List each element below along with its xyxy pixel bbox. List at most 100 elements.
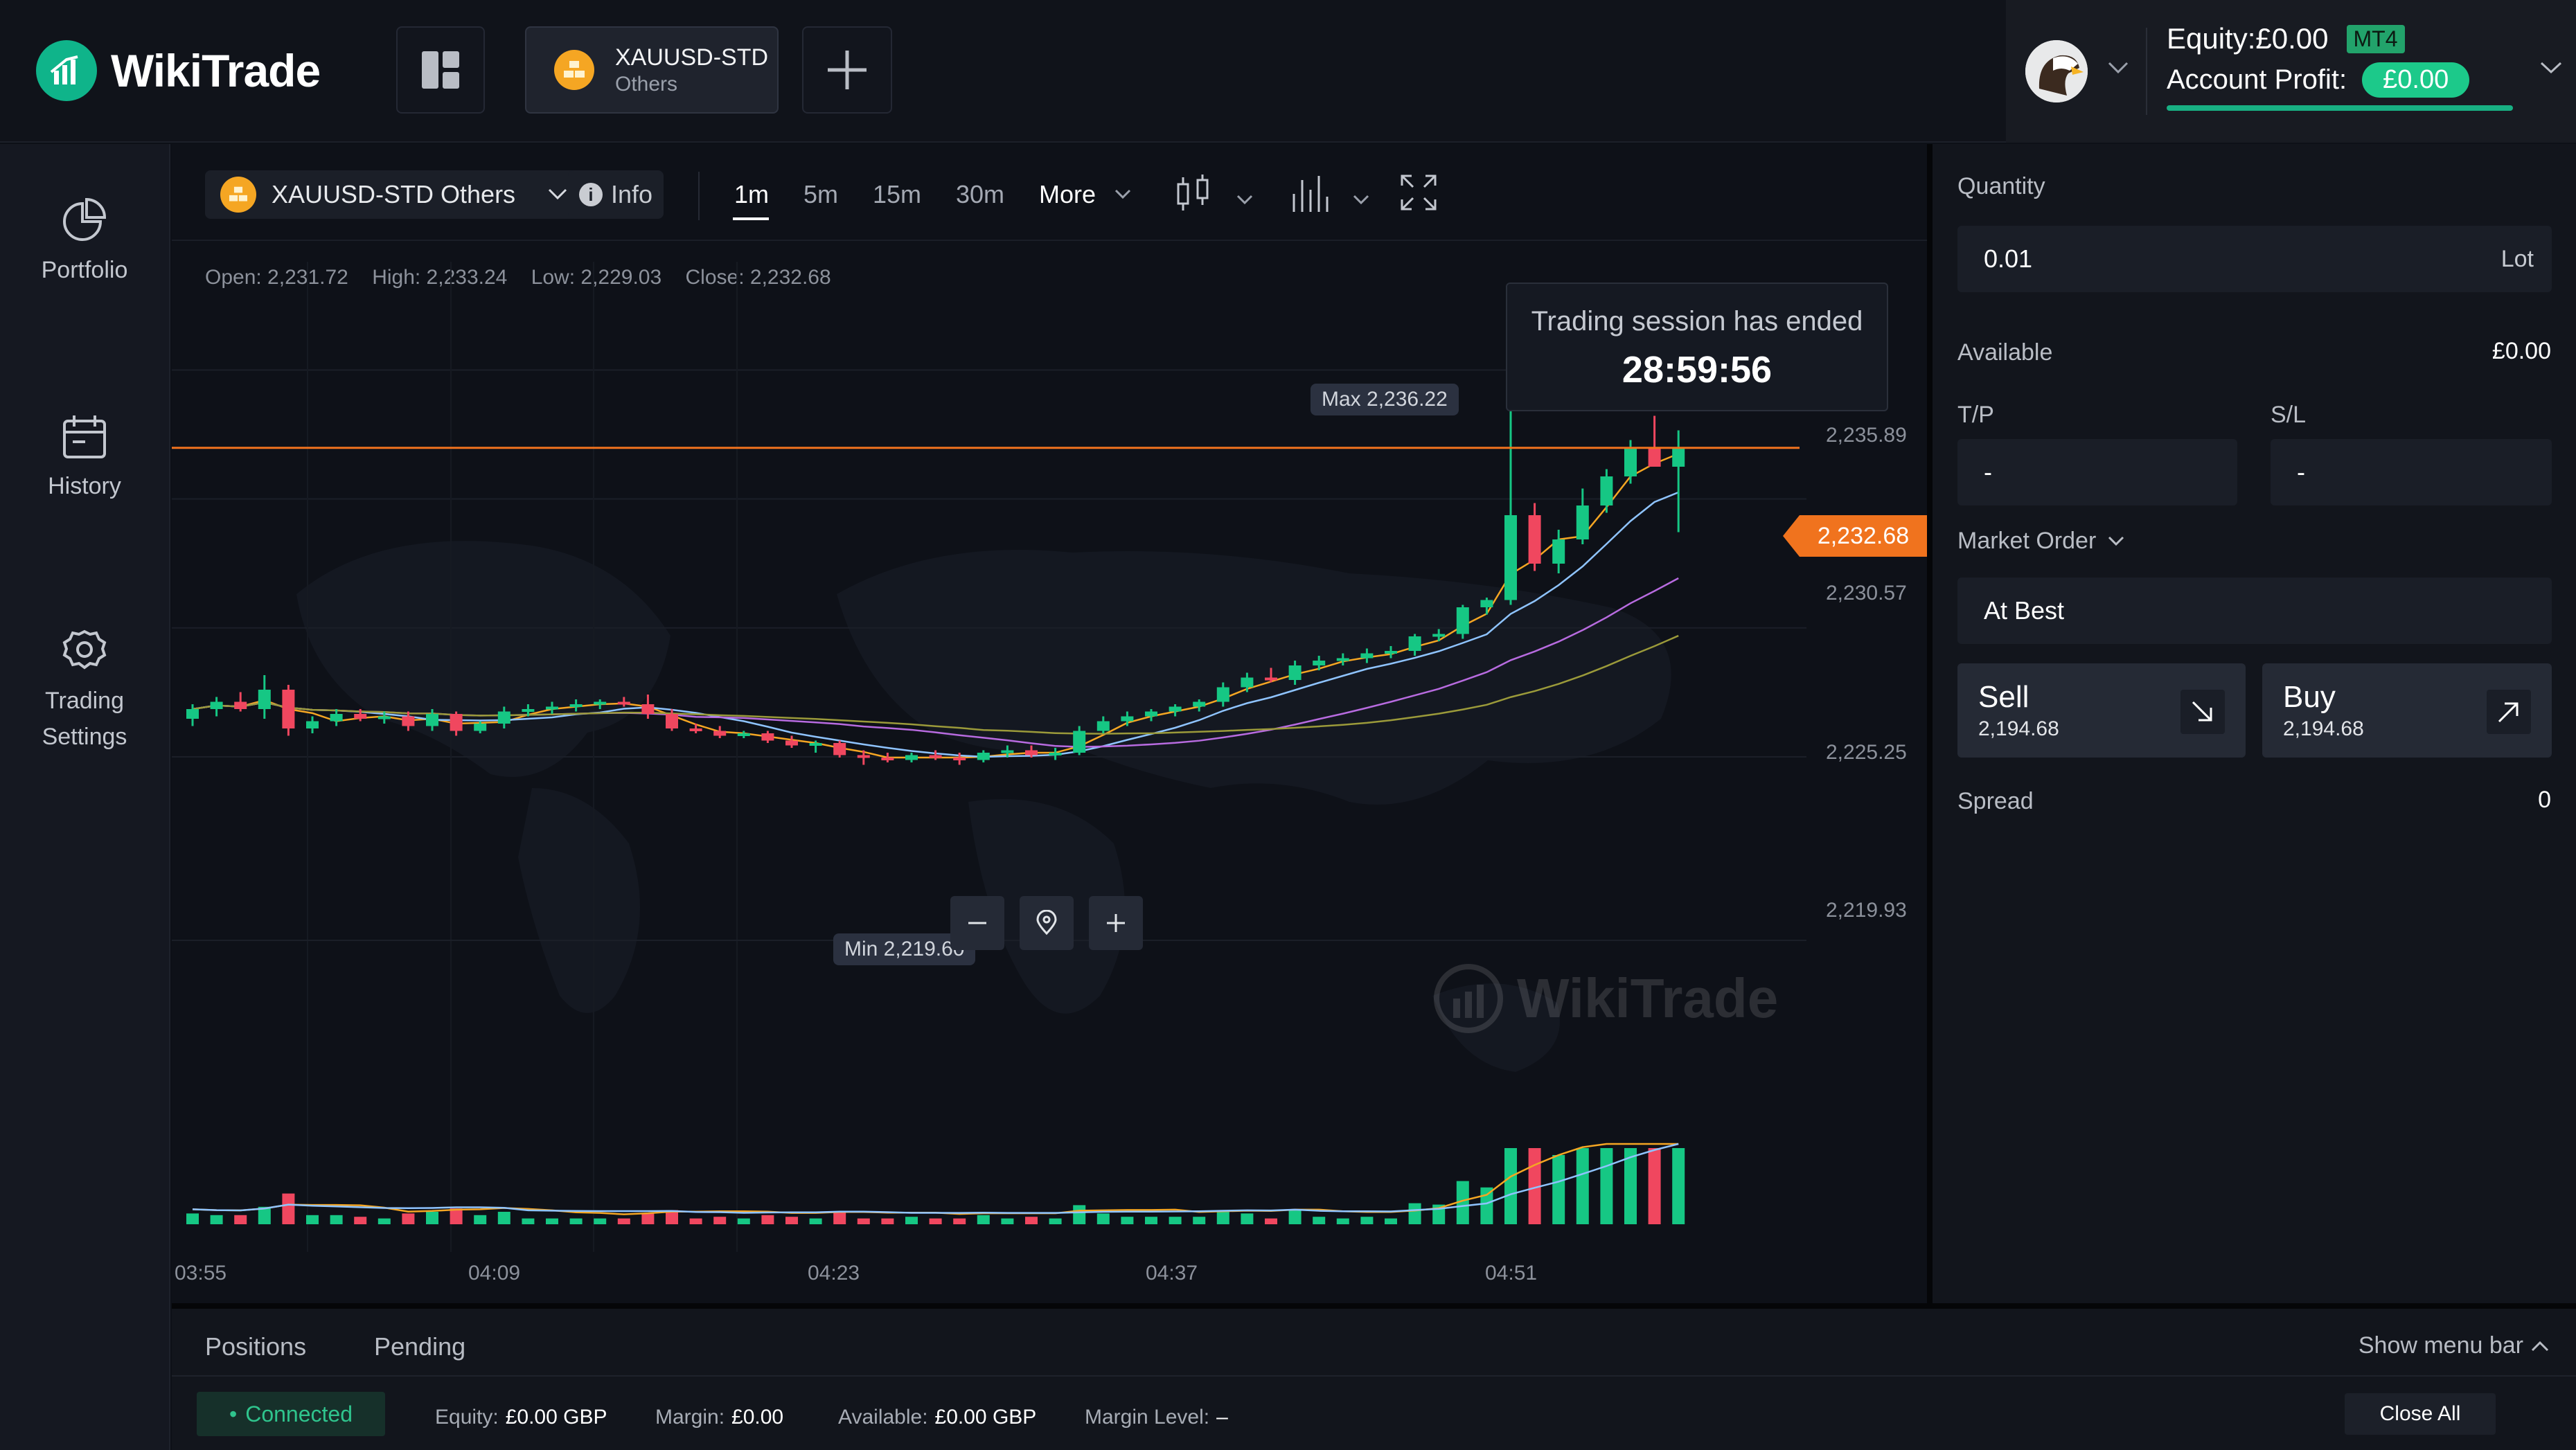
- timeframe-30m[interactable]: 30m: [956, 180, 1004, 209]
- toolbar-divider: [698, 172, 700, 220]
- layout-toggle-button[interactable]: [396, 26, 485, 114]
- volume-bar: [354, 1217, 367, 1224]
- nav-trading-settings[interactable]: Trading Settings: [0, 627, 169, 755]
- app-root: WikiTrade XAUUSD-STD Others Equity:£0.00…: [0, 0, 2576, 1450]
- order-type-label: Market Order: [1957, 528, 2097, 554]
- timeframe-1m[interactable]: 1m: [734, 180, 769, 209]
- available-stat-label: Available:: [838, 1406, 928, 1429]
- volume-bar: [905, 1217, 918, 1224]
- symbol-selector[interactable]: XAUUSD-STD Others: [205, 170, 583, 219]
- reset-position-button[interactable]: [1020, 896, 1074, 950]
- volume-bar: [689, 1218, 702, 1224]
- brand-name: WikiTrade: [111, 45, 321, 96]
- plus-icon: [828, 51, 867, 89]
- volume-bar: [1025, 1217, 1038, 1224]
- timeframe-5m[interactable]: 5m: [803, 180, 838, 209]
- more-chevron-down-icon[interactable]: [1114, 188, 1132, 201]
- order-type-selector[interactable]: Market Order: [1957, 528, 2125, 555]
- price-mode-field[interactable]: At Best: [1957, 578, 2552, 644]
- equity-text: Equity:£0.00: [2167, 22, 2329, 55]
- fullscreen-icon[interactable]: [1399, 173, 1438, 212]
- volume-bar: [617, 1218, 630, 1224]
- available-stat-value: £0.00 GBP: [934, 1406, 1037, 1429]
- candle-up: [546, 706, 558, 710]
- info-button[interactable]: i Info: [568, 170, 664, 219]
- volume-bar: [929, 1218, 942, 1224]
- take-profit-input[interactable]: -: [1957, 439, 2237, 505]
- zoom-out-button[interactable]: [950, 896, 1004, 950]
- user-avatar[interactable]: [2025, 40, 2088, 102]
- candle-up: [1504, 515, 1517, 600]
- symbol-tab-xauusd[interactable]: XAUUSD-STD Others: [525, 26, 779, 114]
- gear-icon: [62, 629, 107, 670]
- panel-divider[interactable]: [1927, 144, 1933, 1303]
- volume-bar: [1096, 1213, 1110, 1224]
- volume-bar: [594, 1218, 607, 1224]
- volume-bar: [977, 1215, 990, 1224]
- tab-positions[interactable]: Positions: [205, 1332, 306, 1361]
- show-menu-bar-button[interactable]: Show menu bar: [2359, 1332, 2550, 1359]
- candle-up: [497, 711, 510, 724]
- volume-bar: [450, 1208, 463, 1224]
- volume-bar: [857, 1218, 870, 1224]
- chart-type-chevron-icon[interactable]: [1236, 194, 1254, 206]
- add-symbol-button[interactable]: [802, 26, 892, 114]
- quantity-unit: Lot: [2501, 245, 2534, 272]
- candle-up: [330, 714, 343, 722]
- tab-pending[interactable]: Pending: [374, 1332, 465, 1361]
- layout-grid-icon: [422, 51, 459, 89]
- close-all-button[interactable]: Close All: [2345, 1393, 2496, 1435]
- session-ended-notice: Trading session has ended 28:59:56: [1506, 283, 1888, 411]
- candle-down: [713, 731, 727, 736]
- candle-down: [953, 758, 966, 760]
- candle-up: [1001, 750, 1014, 753]
- chart-watermark: WikiTrade: [1434, 964, 1778, 1033]
- stop-loss-input[interactable]: -: [2271, 439, 2552, 505]
- volume-bar: [186, 1213, 199, 1224]
- candle-down: [833, 743, 846, 755]
- avatar-chevron-down-icon[interactable]: [2107, 61, 2129, 75]
- nav-history[interactable]: History: [0, 413, 169, 504]
- wikitrade-logo-icon: [36, 40, 97, 101]
- nav-history-label: History: [48, 473, 121, 499]
- x-axis-tick: 04:37: [1146, 1262, 1198, 1285]
- available-label: Available: [1957, 339, 2053, 366]
- volume-bar: [377, 1218, 391, 1224]
- candle-down: [857, 755, 870, 758]
- volume-bar: [1121, 1217, 1134, 1224]
- brand-logo[interactable]: WikiTrade: [36, 40, 321, 101]
- volume-bar: [1480, 1187, 1493, 1224]
- candlestick-type-icon[interactable]: [1175, 173, 1214, 215]
- candle-up: [569, 704, 583, 707]
- candle-up: [977, 753, 990, 760]
- volume-bar: [1385, 1218, 1397, 1224]
- candle-up: [1288, 665, 1302, 680]
- volume-bar: [1360, 1217, 1374, 1224]
- quantity-value: 0.01: [1984, 244, 2033, 273]
- spread-value: 0: [2538, 787, 2551, 813]
- nav-portfolio[interactable]: Portfolio: [0, 197, 169, 288]
- indicator-chevron-icon[interactable]: [1352, 194, 1370, 206]
- volume-bar: [1648, 1148, 1661, 1224]
- zoom-in-button[interactable]: [1089, 896, 1143, 950]
- account-chevron-down-icon[interactable]: [2539, 61, 2563, 75]
- quantity-input[interactable]: 0.01 Lot: [1957, 226, 2552, 292]
- candle-up: [474, 724, 487, 731]
- buy-button[interactable]: Buy 2,194.68: [2262, 663, 2552, 758]
- volume-bar: [1552, 1155, 1565, 1224]
- candle-up: [306, 721, 319, 728]
- gold-coin-icon: [220, 177, 256, 213]
- candle-up: [522, 709, 535, 712]
- equity-stat-label: Equity:: [435, 1406, 499, 1429]
- candle-up: [1169, 706, 1182, 712]
- indicator-bars-icon[interactable]: [1290, 173, 1330, 215]
- candle-up: [1193, 701, 1206, 707]
- volume-bar: [1265, 1218, 1277, 1224]
- margin-stat-label: Margin:: [655, 1406, 725, 1429]
- x-axis-tick: 04:23: [808, 1262, 860, 1285]
- sell-button[interactable]: Sell 2,194.68: [1957, 663, 2246, 758]
- y-axis-tick: 2,219.93: [1826, 899, 1907, 922]
- timeframe-15m[interactable]: 15m: [873, 180, 921, 209]
- volume-bar: [1049, 1218, 1062, 1224]
- more-timeframes-button[interactable]: More: [1039, 180, 1096, 209]
